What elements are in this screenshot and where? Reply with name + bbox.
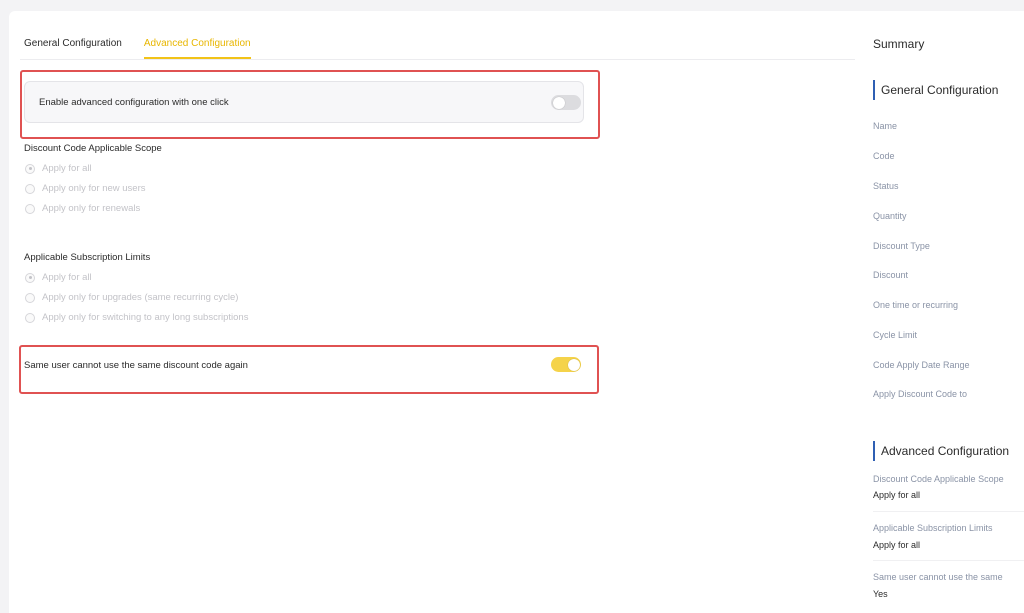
tab-advanced-configuration[interactable]: Advanced Configuration [143, 38, 251, 59]
limits-option-label: Apply only for upgrades (same recurring … [42, 292, 239, 303]
limits-option-upgrades[interactable]: Apply only for upgrades (same recurring … [25, 292, 238, 303]
summary-adv-value-scope: Apply for all [873, 490, 921, 500]
summary-general-section: General Configuration [873, 80, 998, 100]
config-tabs: General Configuration Advanced Configura… [24, 38, 251, 59]
limits-option-label: Apply for all [42, 272, 92, 283]
summary-field-discount-type: Discount Type [873, 241, 930, 251]
summary-field-code: Code [873, 151, 895, 161]
summary-divider [873, 511, 1024, 512]
radio-button[interactable] [25, 183, 35, 194]
summary-adv-value-reuse: Yes [873, 589, 888, 599]
scope-option-all[interactable]: Apply for all [25, 163, 92, 174]
scope-option-renewals[interactable]: Apply only for renewals [25, 203, 140, 214]
summary-field-status: Status [873, 181, 899, 191]
scope-title: Discount Code Applicable Scope [24, 143, 162, 154]
scope-option-label: Apply only for renewals [42, 203, 141, 214]
reuse-label: Same user cannot use the same discount c… [24, 360, 248, 371]
summary-adv-value-limits: Apply for all [873, 540, 921, 550]
radio-button[interactable] [25, 272, 35, 283]
limits-option-label: Apply only for switching to any long sub… [42, 312, 249, 323]
summary-field-quantity: Quantity [873, 211, 907, 221]
tab-general-configuration[interactable]: General Configuration [24, 38, 122, 59]
advanced-config-label: Enable advanced configuration with one c… [39, 97, 229, 108]
summary-field-cycle-limit: Cycle Limit [873, 330, 918, 340]
summary-field-date-range: Code Apply Date Range [873, 360, 970, 370]
summary-adv-label-scope: Discount Code Applicable Scope [873, 474, 1004, 484]
tabs-divider [20, 59, 855, 60]
advanced-config-card: Enable advanced configuration with one c… [24, 81, 584, 123]
summary-field-discount: Discount [873, 270, 909, 280]
summary-field-recurring: One time or recurring [873, 300, 959, 310]
summary-advanced-section: Advanced Configuration [873, 441, 1009, 461]
summary-field-name: Name [873, 121, 898, 131]
summary-adv-label-limits: Applicable Subscription Limits [873, 523, 993, 533]
radio-button[interactable] [25, 292, 35, 303]
radio-button[interactable] [25, 203, 35, 214]
summary-title: Summary [873, 37, 925, 51]
summary-field-apply-to: Apply Discount Code to [873, 389, 968, 399]
advanced-config-toggle[interactable] [551, 95, 581, 110]
limits-option-all[interactable]: Apply for all [25, 272, 92, 283]
reuse-toggle[interactable] [551, 357, 581, 372]
limits-title: Applicable Subscription Limits [24, 252, 151, 263]
summary-divider [873, 560, 1024, 561]
radio-button[interactable] [25, 312, 35, 323]
scope-option-label: Apply only for new users [42, 183, 146, 194]
limits-option-long-subscriptions[interactable]: Apply only for switching to any long sub… [25, 312, 248, 323]
toggle-knob [567, 358, 580, 371]
summary-adv-label-reuse: Same user cannot use the same [873, 572, 1003, 582]
scope-option-label: Apply for all [42, 163, 92, 174]
toggle-knob [552, 96, 565, 109]
scope-option-new-users[interactable]: Apply only for new users [25, 183, 146, 194]
radio-button[interactable] [25, 163, 35, 174]
